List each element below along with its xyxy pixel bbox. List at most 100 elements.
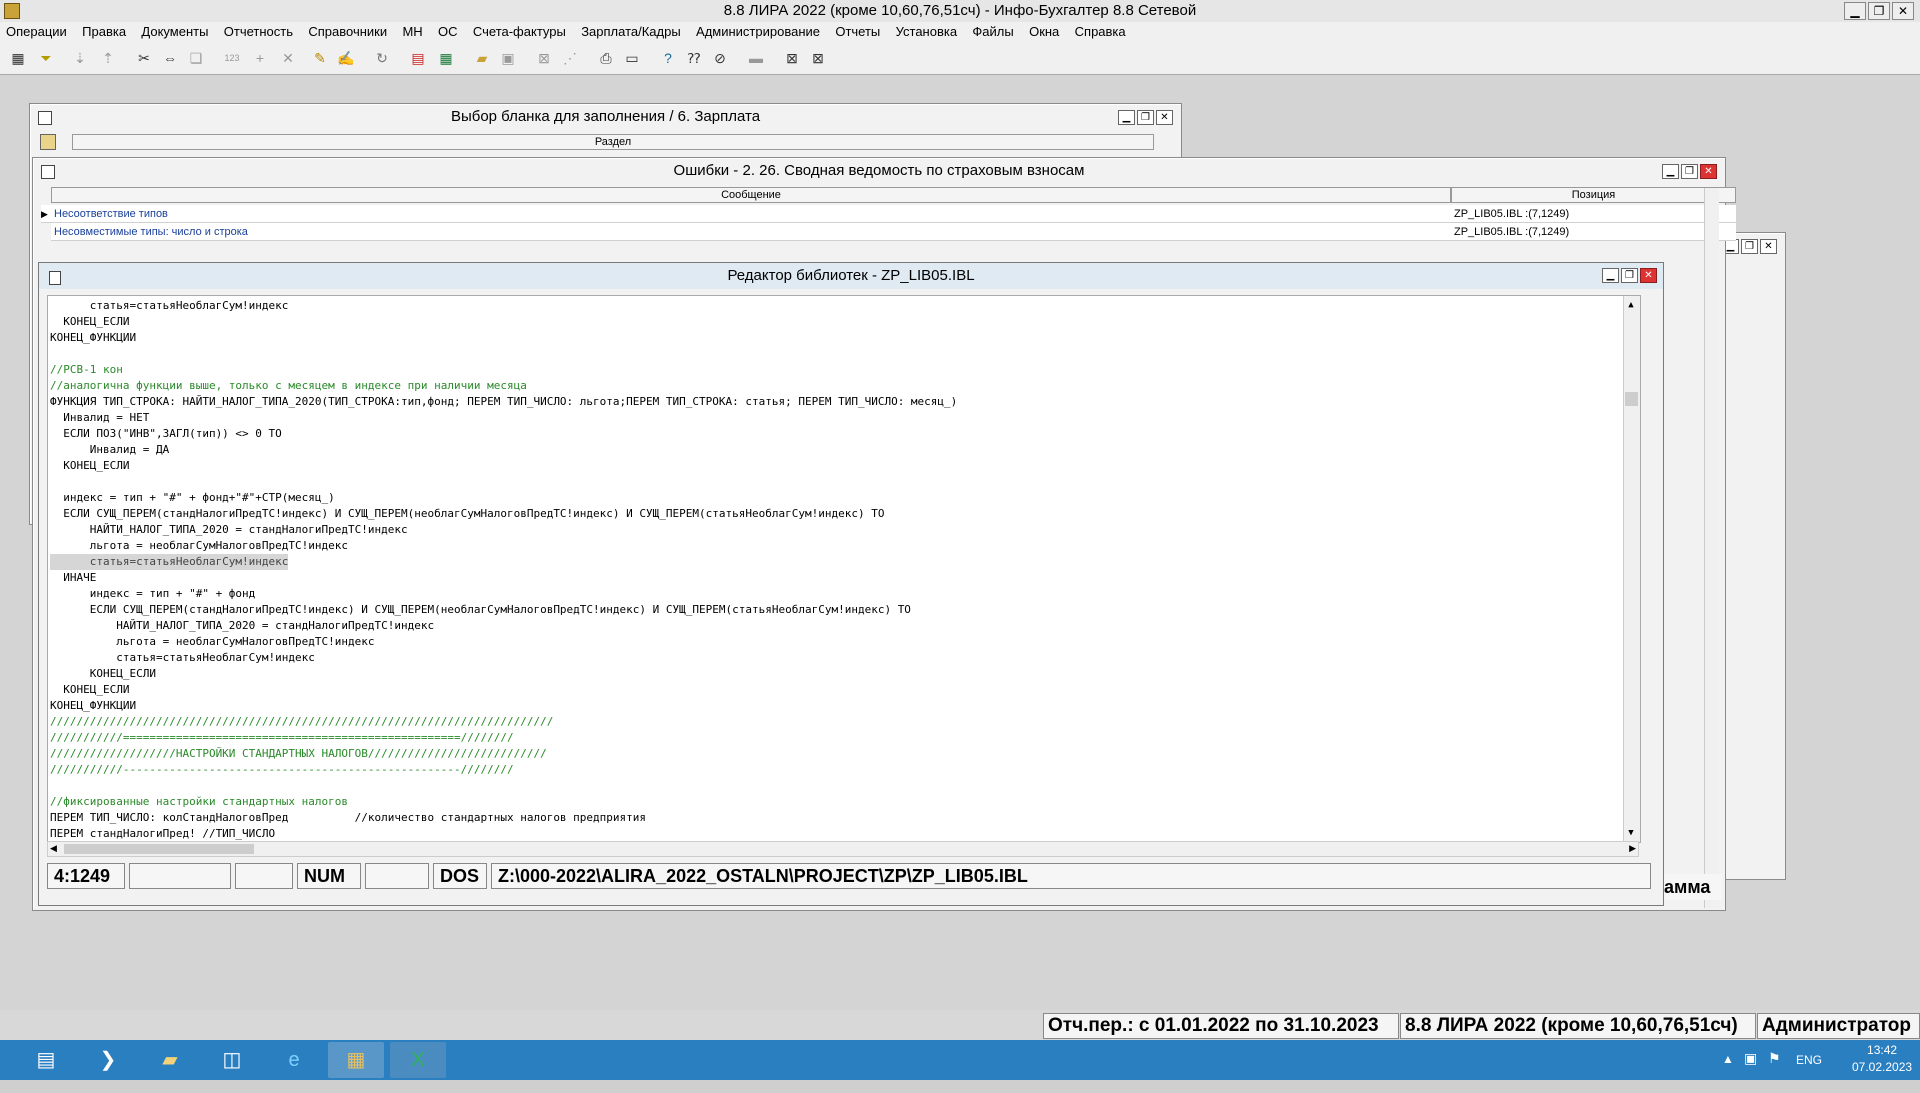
- code-line[interactable]: ЕСЛИ СУЩ_ПЕРЕМ(стандНалогиПредТС!индекс)…: [50, 506, 884, 522]
- replace-icon[interactable]: ✍: [336, 48, 356, 68]
- code-line[interactable]: статья=статьяНеоблагСум!индекс: [50, 298, 289, 314]
- close-all-icon[interactable]: ⊠: [808, 48, 828, 68]
- restore-icon[interactable]: ❐: [1681, 164, 1698, 179]
- performance-icon[interactable]: ◫: [204, 1042, 260, 1078]
- menu-documents[interactable]: Документы: [135, 22, 214, 39]
- server-manager-icon[interactable]: ▤: [18, 1042, 74, 1078]
- menu-reporting[interactable]: Отчетность: [218, 22, 299, 39]
- minimize-icon[interactable]: ▁: [1602, 268, 1619, 283]
- print-icon[interactable]: ⎙: [596, 48, 616, 68]
- code-line[interactable]: ///////////-----------------------------…: [50, 762, 514, 778]
- errors-vscrollbar[interactable]: [1704, 188, 1719, 908]
- hide-icon[interactable]: ▬: [746, 48, 766, 68]
- code-line[interactable]: НАЙТИ_НАЛОГ_ТИПА_2020 = стандНалогиПредТ…: [50, 618, 434, 634]
- code-line[interactable]: //РСВ-1 кон: [50, 362, 123, 378]
- clock[interactable]: 13:42 07.02.2023: [1852, 1043, 1912, 1083]
- menu-setup[interactable]: Установка: [890, 22, 963, 39]
- calc-icon[interactable]: ▦: [8, 48, 28, 68]
- code-line[interactable]: КОНЕЦ_ФУНКЦИИ: [50, 698, 136, 714]
- excel-icon[interactable]: ▦: [436, 48, 456, 68]
- infobuh-icon[interactable]: ▦: [328, 1042, 384, 1078]
- code-line[interactable]: НАЙТИ_НАЛОГ_ТИПА_2020 = стандНалогиПредТ…: [50, 522, 408, 538]
- ie-icon[interactable]: e: [266, 1042, 322, 1078]
- menu-invoices[interactable]: Счета-фактуры: [467, 22, 572, 39]
- code-line[interactable]: КОНЕЦ_ЕСЛИ: [50, 682, 129, 698]
- error-message-cell[interactable]: Несоответствие типов: [51, 205, 1451, 223]
- save-icon[interactable]: ▣: [498, 48, 518, 68]
- code-line[interactable]: ///////////////////НАСТРОЙКИ СТАНДАРТНЫХ…: [50, 746, 547, 762]
- error-position-cell[interactable]: ZP_LIB05.IBL :(7,1249): [1451, 205, 1736, 223]
- menu-edit[interactable]: Правка: [76, 22, 132, 39]
- excel-icon[interactable]: X: [390, 1042, 446, 1078]
- close-window-icon[interactable]: ⊠: [782, 48, 802, 68]
- code-line[interactable]: Инвалид = ДА: [50, 442, 169, 458]
- menu-files[interactable]: Файлы: [966, 22, 1019, 39]
- language-indicator[interactable]: ENG: [1796, 1053, 1822, 1093]
- close-button[interactable]: ✕: [1892, 2, 1914, 20]
- code-line[interactable]: КОНЕЦ_ФУНКЦИИ: [50, 330, 136, 346]
- restore-icon[interactable]: ❐: [1137, 110, 1154, 125]
- menu-salary[interactable]: Зарплата/Кадры: [575, 22, 687, 39]
- code-line[interactable]: ФУНКЦИЯ ТИП_СТРОКА: НАЙТИ_НАЛОГ_ТИПА_202…: [50, 394, 957, 410]
- import-icon[interactable]: ⋰: [560, 48, 580, 68]
- code-line[interactable]: индекс = тип + "#" + фонд: [50, 586, 256, 602]
- back-window-restore-icon[interactable]: ❐: [1741, 239, 1758, 254]
- sort-asc-icon[interactable]: ⇣: [70, 48, 90, 68]
- compass-icon[interactable]: ⊘: [710, 48, 730, 68]
- menu-mn[interactable]: МН: [396, 22, 428, 39]
- code-line[interactable]: ЕСЛИ ПОЗ("ИНВ",ЗАГЛ(тип)) <> 0 ТО: [50, 426, 282, 442]
- code-line[interactable]: //фиксированные настройки стандартных на…: [50, 794, 348, 810]
- code-line[interactable]: статья=статьяНеоблагСум!индекс: [50, 650, 315, 666]
- message-column-header[interactable]: Сообщение: [51, 187, 1451, 203]
- delete-icon[interactable]: ✕: [278, 48, 298, 68]
- menu-os[interactable]: ОС: [432, 22, 464, 39]
- minimize-icon[interactable]: ▁: [1118, 110, 1135, 125]
- back-window-close-icon[interactable]: ✕: [1760, 239, 1777, 254]
- explorer-icon[interactable]: ▰: [142, 1042, 198, 1078]
- close-icon[interactable]: ✕: [1640, 268, 1657, 283]
- scroll-left-icon[interactable]: ◀: [50, 843, 57, 854]
- code-line[interactable]: ПЕРЕМ стандНалогиПред! //ТИП_ЧИСЛО: [50, 826, 275, 842]
- error-message-cell[interactable]: Несовместимые типы: число и строка: [51, 223, 1451, 241]
- editor-hscrollbar[interactable]: ◀ ▶: [47, 841, 1639, 857]
- restore-icon[interactable]: ❐: [1621, 268, 1638, 283]
- code-line[interactable]: льгота = необлагСумНалоговПредТС!индекс: [50, 538, 348, 554]
- resize-icon[interactable]: ⇔: [160, 48, 180, 68]
- menu-windows[interactable]: Окна: [1023, 22, 1065, 39]
- open-folder-icon[interactable]: ▰: [472, 48, 492, 68]
- preview-icon[interactable]: ▭: [622, 48, 642, 68]
- section-column-header[interactable]: Раздел: [72, 134, 1154, 150]
- minimize-icon[interactable]: ▁: [1662, 164, 1679, 179]
- code-line[interactable]: КОНЕЦ_ЕСЛИ: [50, 666, 156, 682]
- position-column-header[interactable]: Позиция: [1451, 187, 1736, 203]
- editor-vscrollbar[interactable]: ▲ ▼: [1623, 296, 1640, 842]
- folder-icon[interactable]: [40, 134, 56, 150]
- code-line[interactable]: льгота = необлагСумНалоговПредТС!индекс: [50, 634, 374, 650]
- tray-arrow-icon[interactable]: ▲: [1722, 1052, 1734, 1092]
- menu-reports[interactable]: Отчеты: [829, 22, 886, 39]
- scroll-down-icon[interactable]: ▼: [1625, 828, 1637, 838]
- code-line[interactable]: //аналогична функции выше, только с меся…: [50, 378, 527, 394]
- menu-operations[interactable]: Операции: [0, 22, 73, 39]
- filter-icon[interactable]: ⏷: [36, 48, 56, 68]
- powershell-icon[interactable]: ❯: [80, 1042, 136, 1078]
- hscroll-thumb[interactable]: [64, 844, 254, 854]
- menu-help[interactable]: Справка: [1069, 22, 1132, 39]
- scroll-thumb[interactable]: [1625, 392, 1638, 406]
- close-icon[interactable]: ✕: [1156, 110, 1173, 125]
- code-line[interactable]: Инвалид = НЕТ: [50, 410, 149, 426]
- marker-icon[interactable]: ✎: [310, 48, 330, 68]
- cut-icon[interactable]: ✂: [134, 48, 154, 68]
- code-line[interactable]: ПЕРЕМ ТИП_ЧИСЛО: колСтандНалоговПред //к…: [50, 810, 646, 826]
- code-line[interactable]: ИНАЧЕ: [50, 570, 96, 586]
- code-line[interactable]: ////////////////////////////////////////…: [50, 714, 553, 730]
- close-icon[interactable]: ✕: [1700, 164, 1717, 179]
- copy-icon[interactable]: ❏: [186, 48, 206, 68]
- minimize-button[interactable]: ▁: [1844, 2, 1866, 20]
- code-line[interactable]: КОНЕЦ_ЕСЛИ: [50, 314, 129, 330]
- add-icon[interactable]: +: [250, 48, 270, 68]
- export-icon[interactable]: ⊠: [534, 48, 554, 68]
- code-line[interactable]: КОНЕЦ_ЕСЛИ: [50, 458, 129, 474]
- refresh-icon[interactable]: ↻: [372, 48, 392, 68]
- sort-desc-icon[interactable]: ⇡: [98, 48, 118, 68]
